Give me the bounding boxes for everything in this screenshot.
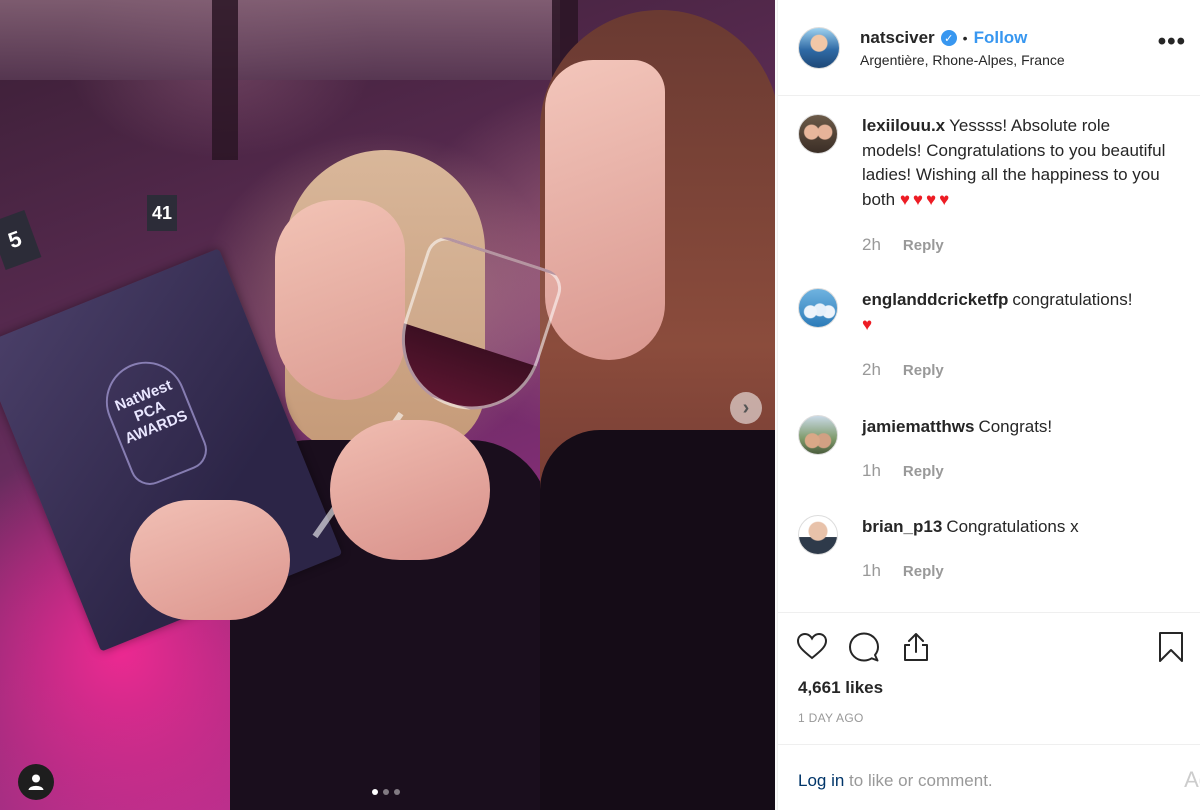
login-text: Log in to like or comment. (798, 771, 993, 791)
comment-text: congratulations! (1012, 290, 1133, 309)
comment-meta: 2h Reply (862, 360, 944, 380)
hand (330, 420, 490, 560)
post-location[interactable]: Argentière, Rhone-Alpes, France (860, 52, 1065, 68)
share-icon[interactable] (900, 631, 932, 663)
comment-body: brian_p13 Congratulations x (862, 515, 1172, 540)
commenter-avatar[interactable] (798, 114, 838, 154)
comment-meta: 1h Reply (862, 561, 944, 581)
reply-button[interactable]: Reply (903, 563, 944, 580)
post-side-panel: natsciver ✓ • Follow Argentière, Rhone-A… (777, 0, 1200, 810)
add-comment-placeholder: Ad (1184, 767, 1200, 792)
table-number-sign: 41 (147, 195, 177, 231)
author-username[interactable]: natsciver (860, 28, 935, 48)
verified-badge-icon: ✓ (940, 30, 957, 46)
commenter-avatar[interactable] (798, 415, 838, 455)
comment-time[interactable]: 1h (862, 561, 881, 581)
comment-icon[interactable] (848, 631, 880, 663)
user-tag-icon (28, 774, 44, 790)
chevron-right-icon: › (742, 396, 750, 419)
hand (130, 500, 290, 620)
comment-time[interactable]: 2h (862, 360, 881, 380)
commenter-avatar[interactable] (798, 515, 838, 555)
comment-text: Congrats! (978, 417, 1053, 436)
bookmark-icon[interactable] (1155, 631, 1187, 663)
venue-pillar (212, 0, 238, 160)
author-line: natsciver ✓ • Follow (860, 28, 1027, 48)
follow-button[interactable]: Follow (974, 28, 1028, 48)
comment-time[interactable]: 1h (862, 461, 881, 481)
comment-time[interactable]: 2h (862, 235, 881, 255)
heart-icon[interactable] (796, 631, 828, 663)
comment-body: jamiematthws Congrats! (862, 415, 1172, 440)
post-photo[interactable]: 41 5 NatWest PCA AWARDS › (0, 0, 775, 810)
more-options-icon[interactable]: ••• (1158, 28, 1186, 56)
reply-button[interactable]: Reply (903, 463, 944, 480)
post-actions: 4,661 likes 1 DAY AGO (778, 612, 1200, 744)
commenter-avatar[interactable] (798, 288, 838, 328)
comment-meta: 2h Reply (862, 235, 944, 255)
carousel-indicator (372, 789, 400, 795)
person-face (545, 60, 665, 360)
person-dress (540, 430, 775, 810)
carousel-dot (372, 789, 378, 795)
post-header: natsciver ✓ • Follow Argentière, Rhone-A… (778, 0, 1200, 96)
commenter-username[interactable]: englanddcricketfp (862, 290, 1008, 309)
login-link[interactable]: Log in (798, 771, 844, 790)
reply-button[interactable]: Reply (903, 362, 944, 379)
login-text-rest: to like or comment. (844, 771, 993, 790)
comment-body: englanddcricketfp congratulations! ♥ (862, 288, 1172, 337)
login-prompt: Log in to like or comment. Ad (778, 744, 1200, 810)
carousel-dot (383, 789, 389, 795)
table-number-sign: 5 (0, 210, 42, 270)
heart-emoji-icon: ♥ (862, 314, 876, 334)
reply-button[interactable]: Reply (903, 237, 944, 254)
likes-count[interactable]: 4,661 likes (798, 678, 883, 698)
separator-dot: • (962, 30, 968, 46)
venue-ceiling (0, 0, 560, 80)
comment-body: lexiilouu.x Yessss! Absolute role models!… (862, 114, 1172, 212)
comment-meta: 1h Reply (862, 461, 944, 481)
carousel-dot (394, 789, 400, 795)
user-tag-button[interactable] (18, 764, 54, 800)
commenter-username[interactable]: jamiematthws (862, 417, 974, 436)
action-icons (796, 631, 932, 663)
next-slide-button[interactable]: › (730, 392, 762, 424)
author-avatar[interactable] (798, 27, 840, 69)
commenter-username[interactable]: brian_p13 (862, 517, 942, 536)
post-date[interactable]: 1 DAY AGO (798, 711, 864, 725)
person-face (275, 200, 405, 400)
comment-text: Congratulations x (946, 517, 1079, 536)
heart-emoji-icon: ♥♥♥♥ (899, 189, 953, 209)
commenter-username[interactable]: lexiilouu.x (862, 116, 945, 135)
